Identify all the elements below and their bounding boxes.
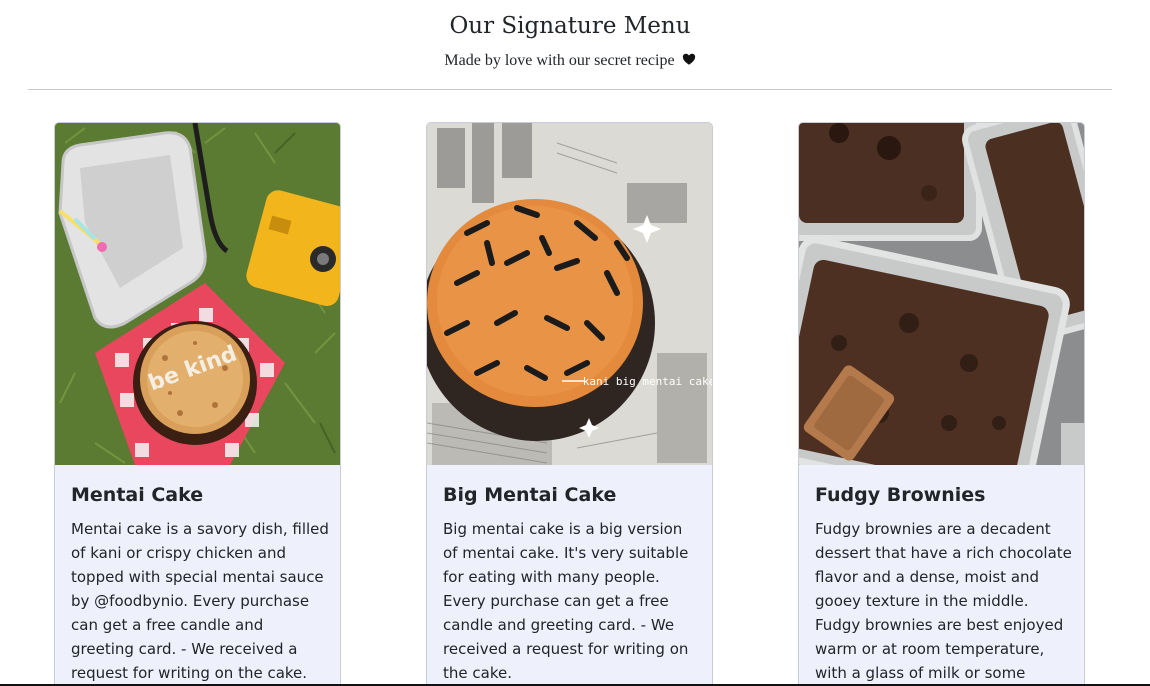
mentai-cake-image: be kind (55, 123, 340, 465)
menu-card-fudgy-brownies[interactable]: Fudgy Brownies Fudgy brownies are a deca… (798, 122, 1085, 686)
mentai-cake-body: Mentai Cake Mentai cake is a savory dish… (71, 481, 329, 685)
page-subtitle: Made by love with our secret recipe (0, 50, 1140, 72)
heart-icon (682, 53, 695, 65)
card-title: Mentai Cake (71, 484, 204, 506)
image-annotation: kani big mentai cake (583, 375, 712, 388)
header-divider (28, 89, 1112, 90)
card-description: Big mentai cake is a big version of ment… (443, 520, 689, 682)
big-mentai-cake-image: kani big mentai cake (427, 123, 712, 465)
menu-card-big-mentai-cake[interactable]: kani big mentai cake Big Mentai Cake Big… (426, 122, 713, 686)
page-title: Our Signature Menu (449, 13, 691, 39)
fudgy-brownies-body: Fudgy Brownies Fudgy brownies are a deca… (815, 481, 1073, 686)
menu-card-mentai-cake[interactable]: be kind Mentai Cake Mentai cake is a sav… (54, 122, 341, 686)
card-title: Big Mentai Cake (443, 484, 617, 506)
fudgy-brownies-image (799, 123, 1084, 465)
card-title: Fudgy Brownies (815, 484, 986, 506)
subtitle-text: Made by love with our secret recipe (444, 52, 675, 69)
big-mentai-cake-body: Big Mentai Cake Big mentai cake is a big… (443, 481, 701, 685)
card-description: Mentai cake is a savory dish, filled of … (71, 520, 329, 682)
card-description: Fudgy brownies are a decadent dessert th… (815, 520, 1072, 682)
